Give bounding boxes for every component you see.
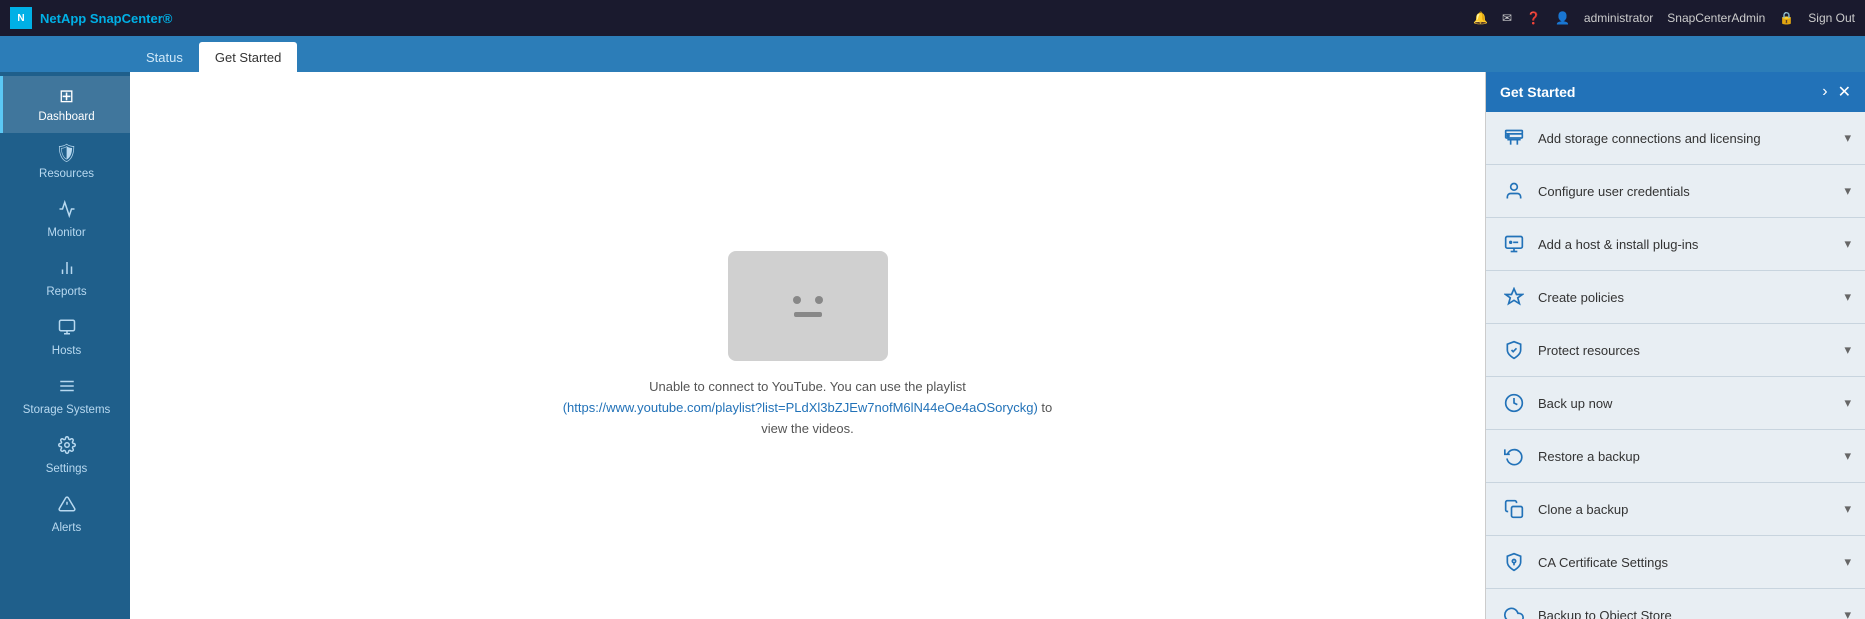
video-unavailable-text: Unable to connect to YouTube. You can us… bbox=[558, 377, 1058, 439]
main-layout: ⊞ Dashboard 🛡 Resources Monitor Reports … bbox=[0, 72, 1865, 619]
create-policies-chevron: ▾ bbox=[1844, 289, 1851, 305]
right-panel: Get Started › ✕ Add storage connections … bbox=[1485, 72, 1865, 619]
main-content: Unable to connect to YouTube. You can us… bbox=[130, 72, 1485, 619]
sidebar-label-monitor: Monitor bbox=[47, 227, 85, 239]
signout-icon: 🔒 bbox=[1779, 11, 1794, 25]
ca-cert-icon bbox=[1500, 548, 1528, 576]
topbar: N NetApp SnapCenter® 🔔 ✉ ❓ 👤 administrat… bbox=[0, 0, 1865, 36]
monitor-icon bbox=[58, 200, 76, 223]
storage-connections-icon bbox=[1500, 124, 1528, 152]
topbar-brand: N NetApp SnapCenter® bbox=[10, 7, 172, 29]
sidebar-label-alerts: Alerts bbox=[52, 522, 81, 534]
backup-object-store-icon bbox=[1500, 601, 1528, 619]
backup-object-store-chevron: ▾ bbox=[1844, 607, 1851, 619]
sidebar-item-storage-systems[interactable]: Storage Systems bbox=[0, 367, 130, 426]
right-panel-controls: › ✕ bbox=[1822, 82, 1851, 102]
create-policies-icon bbox=[1500, 283, 1528, 311]
panel-close-button[interactable]: ✕ bbox=[1838, 82, 1851, 102]
right-panel-title: Get Started bbox=[1500, 84, 1575, 100]
clone-backup-icon bbox=[1500, 495, 1528, 523]
panel-item-restore-backup[interactable]: Restore a backup ▾ bbox=[1486, 430, 1865, 483]
sidebar-item-monitor[interactable]: Monitor bbox=[0, 190, 130, 249]
restore-backup-chevron: ▾ bbox=[1844, 448, 1851, 464]
panel-item-clone-backup[interactable]: Clone a backup ▾ bbox=[1486, 483, 1865, 536]
tenant-label[interactable]: SnapCenterAdmin bbox=[1667, 11, 1765, 25]
panel-next-button[interactable]: › bbox=[1822, 83, 1827, 101]
sidebar-item-resources[interactable]: 🛡 Resources bbox=[0, 133, 130, 190]
backup-now-icon bbox=[1500, 389, 1528, 417]
user-icon: 👤 bbox=[1555, 11, 1570, 25]
panel-item-protect-resources[interactable]: Protect resources ▾ bbox=[1486, 324, 1865, 377]
ca-cert-label: CA Certificate Settings bbox=[1538, 555, 1834, 570]
storage-connections-label: Add storage connections and licensing bbox=[1538, 131, 1834, 146]
settings-icon bbox=[58, 436, 76, 459]
video-placeholder bbox=[728, 251, 888, 361]
protect-resources-chevron: ▾ bbox=[1844, 342, 1851, 358]
user-label[interactable]: administrator bbox=[1584, 11, 1653, 25]
reports-icon bbox=[58, 259, 76, 282]
video-eye-left bbox=[793, 296, 801, 304]
video-eye-right bbox=[815, 296, 823, 304]
video-eyes bbox=[793, 296, 823, 304]
sidebar-label-reports: Reports bbox=[46, 286, 86, 298]
add-host-icon bbox=[1500, 230, 1528, 258]
user-credentials-icon bbox=[1500, 177, 1528, 205]
sidebar-label-storage-systems: Storage Systems bbox=[23, 404, 111, 416]
video-mouth bbox=[794, 312, 822, 317]
dashboard-icon: ⊞ bbox=[59, 86, 74, 107]
create-policies-label: Create policies bbox=[1538, 290, 1834, 305]
topbar-actions: 🔔 ✉ ❓ 👤 administrator SnapCenterAdmin 🔒 … bbox=[1473, 11, 1855, 25]
storage-connections-chevron: ▾ bbox=[1844, 130, 1851, 146]
notification-icon[interactable]: 🔔 bbox=[1473, 11, 1488, 25]
panel-item-user-credentials[interactable]: Configure user credentials ▾ bbox=[1486, 165, 1865, 218]
video-face bbox=[793, 296, 823, 317]
sidebar-label-resources: Resources bbox=[39, 168, 94, 180]
tab-status[interactable]: Status bbox=[130, 42, 199, 72]
sidebar-item-settings[interactable]: Settings bbox=[0, 426, 130, 485]
add-host-label: Add a host & install plug-ins bbox=[1538, 237, 1834, 252]
restore-backup-label: Restore a backup bbox=[1538, 449, 1834, 464]
panel-item-backup-object-store[interactable]: Backup to Object Store ▾ bbox=[1486, 589, 1865, 619]
sidebar-label-settings: Settings bbox=[46, 463, 88, 475]
panel-item-ca-cert[interactable]: CA Certificate Settings ▾ bbox=[1486, 536, 1865, 589]
protect-resources-label: Protect resources bbox=[1538, 343, 1834, 358]
protect-resources-icon bbox=[1500, 336, 1528, 364]
panel-item-backup-now[interactable]: Back up now ▾ bbox=[1486, 377, 1865, 430]
backup-object-store-label: Backup to Object Store bbox=[1538, 608, 1834, 619]
user-credentials-chevron: ▾ bbox=[1844, 183, 1851, 199]
panel-item-storage-connections[interactable]: Add storage connections and licensing ▾ bbox=[1486, 112, 1865, 165]
user-credentials-label: Configure user credentials bbox=[1538, 184, 1834, 199]
panel-item-add-host[interactable]: Add a host & install plug-ins ▾ bbox=[1486, 218, 1865, 271]
hosts-icon bbox=[58, 318, 76, 341]
tabbar: Status Get Started bbox=[0, 36, 1865, 72]
signout-button[interactable]: Sign Out bbox=[1808, 11, 1855, 25]
storage-systems-icon bbox=[58, 377, 76, 400]
backup-now-chevron: ▾ bbox=[1844, 395, 1851, 411]
sidebar-label-dashboard: Dashboard bbox=[38, 111, 94, 123]
resources-icon: 🛡 bbox=[55, 143, 78, 164]
panel-item-create-policies[interactable]: Create policies ▾ bbox=[1486, 271, 1865, 324]
sidebar: ⊞ Dashboard 🛡 Resources Monitor Reports … bbox=[0, 72, 130, 619]
clone-backup-chevron: ▾ bbox=[1844, 501, 1851, 517]
sidebar-item-alerts[interactable]: Alerts bbox=[0, 485, 130, 544]
sidebar-item-hosts[interactable]: Hosts bbox=[0, 308, 130, 367]
sidebar-item-reports[interactable]: Reports bbox=[0, 249, 130, 308]
right-panel-header: Get Started › ✕ bbox=[1486, 72, 1865, 112]
help-icon[interactable]: ❓ bbox=[1526, 11, 1541, 25]
backup-now-label: Back up now bbox=[1538, 396, 1834, 411]
tab-get-started[interactable]: Get Started bbox=[199, 42, 297, 72]
sidebar-item-dashboard[interactable]: ⊞ Dashboard bbox=[0, 76, 130, 133]
mail-icon[interactable]: ✉ bbox=[1502, 11, 1512, 25]
ca-cert-chevron: ▾ bbox=[1844, 554, 1851, 570]
add-host-chevron: ▾ bbox=[1844, 236, 1851, 252]
netapp-logo-icon: N bbox=[10, 7, 32, 29]
sidebar-label-hosts: Hosts bbox=[52, 345, 81, 357]
clone-backup-label: Clone a backup bbox=[1538, 502, 1834, 517]
alerts-icon bbox=[58, 495, 76, 518]
video-playlist-link[interactable]: (https://www.youtube.com/playlist?list=P… bbox=[563, 400, 1038, 415]
topbar-title: NetApp SnapCenter® bbox=[40, 11, 172, 26]
restore-backup-icon bbox=[1500, 442, 1528, 470]
